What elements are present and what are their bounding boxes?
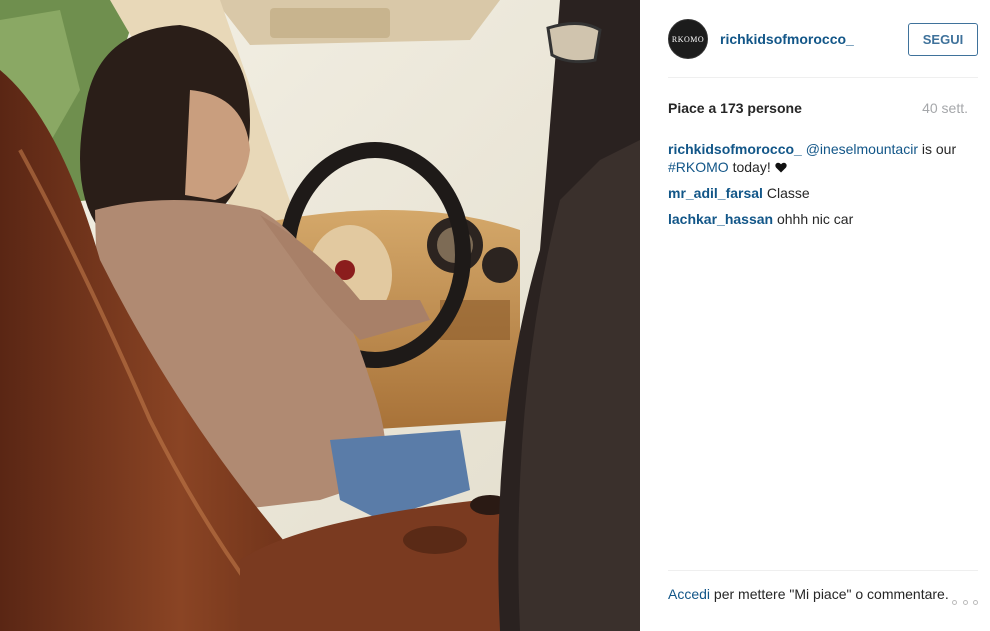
car-interior-image [0, 0, 640, 631]
login-link[interactable]: Accedi [668, 586, 710, 602]
heart-icon [774, 162, 787, 173]
comments-list: richkidsofmorocco_ @ineselmountacir is o… [668, 140, 972, 236]
post-header: RKOMO richkidsofmorocco_ SEGUI [668, 17, 978, 61]
hashtag-link[interactable]: #RKOMO [668, 159, 729, 175]
likes-count[interactable]: Piace a 173 persone [668, 100, 802, 116]
instagram-post: RKOMO richkidsofmorocco_ SEGUI Piace a 1… [0, 0, 990, 631]
caption-text-2: today! [728, 159, 775, 175]
header-divider [668, 77, 978, 78]
comment-caption: richkidsofmorocco_ @ineselmountacir is o… [668, 140, 972, 176]
comment-text: Classe [762, 185, 810, 201]
avatar-text: RKOMO [671, 34, 705, 44]
footer-divider [668, 570, 978, 571]
more-options-icon[interactable] [952, 600, 978, 608]
dot [962, 600, 968, 605]
dot [952, 600, 957, 605]
post-time[interactable]: 40 sett. [922, 100, 968, 116]
account-username[interactable]: richkidsofmorocco_ [720, 31, 908, 47]
comment-item: lachkar_hassan ohhh nic car [668, 210, 972, 228]
comment-user[interactable]: lachkar_hassan [668, 211, 773, 227]
post-photo[interactable] [0, 0, 640, 631]
login-prompt: Accedi per mettere "Mi piace" o commenta… [668, 585, 978, 604]
comment-text: ohhh nic car [773, 211, 854, 227]
comment-user[interactable]: mr_adil_farsal [668, 185, 763, 201]
comment-item: mr_adil_farsal Classe [668, 184, 972, 202]
comment-user[interactable]: richkidsofmorocco_ [668, 141, 802, 157]
caption-text-1: is our [917, 141, 957, 157]
mention-link[interactable]: @ineselmountacir [806, 141, 918, 157]
login-prompt-text: per mettere "Mi piace" o commentare. [710, 586, 949, 602]
dot [973, 600, 978, 605]
post-sidebar: RKOMO richkidsofmorocco_ SEGUI Piace a 1… [648, 0, 990, 631]
likes-row: Piace a 173 persone 40 sett. [668, 100, 968, 116]
avatar[interactable]: RKOMO [668, 19, 708, 59]
follow-button[interactable]: SEGUI [908, 22, 978, 56]
